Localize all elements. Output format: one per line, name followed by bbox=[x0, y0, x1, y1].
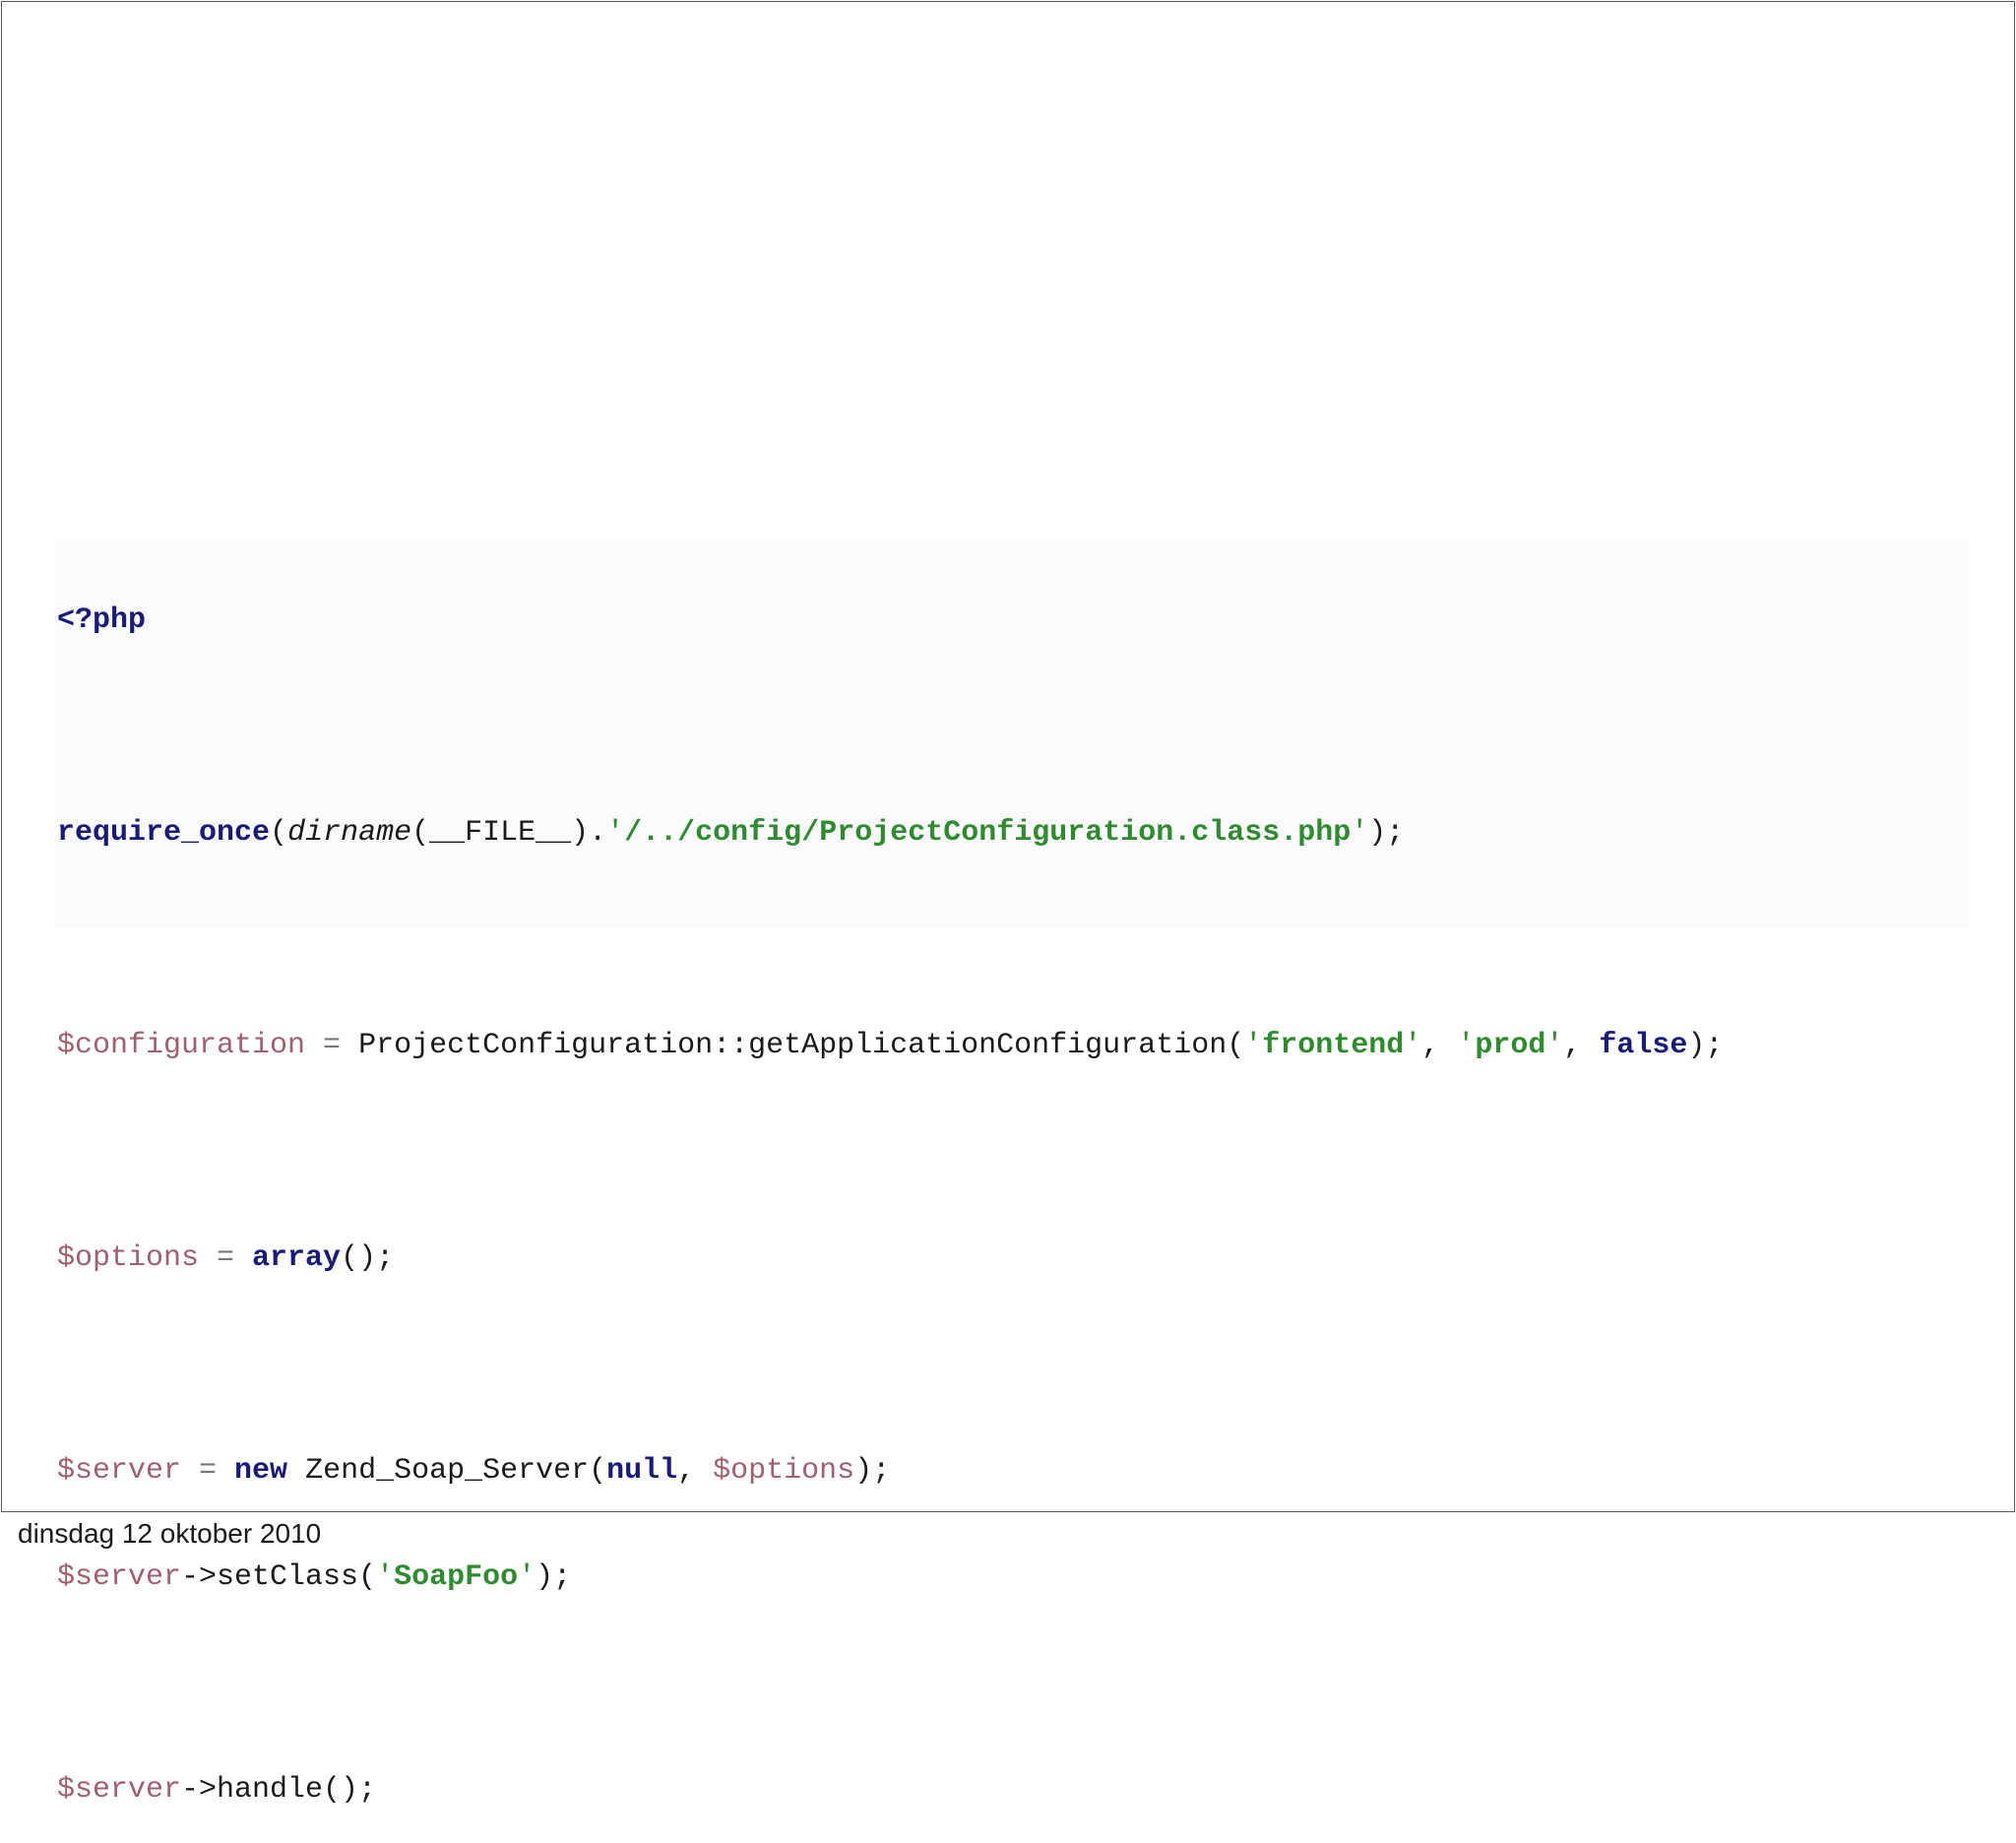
string-quote: ' bbox=[1545, 1029, 1564, 1062]
code-line-set-class: $server->setClass('SoapFoo'); bbox=[57, 1559, 1723, 1595]
code-token: (__FILE__). bbox=[411, 816, 607, 850]
options-variable: $options bbox=[713, 1454, 855, 1488]
zend-soap-server-class: Zend_Soap_Server( bbox=[287, 1454, 607, 1488]
string-quote: ' bbox=[1244, 1029, 1263, 1062]
code-line-configuration: $configuration = ProjectConfiguration::g… bbox=[57, 1028, 1723, 1063]
server-variable: $server bbox=[57, 1560, 182, 1594]
string-quote: ' bbox=[518, 1560, 536, 1594]
code-line-options: $options = array(); bbox=[57, 1240, 1723, 1276]
assign-operator: = bbox=[199, 1241, 253, 1275]
code-token: ); bbox=[536, 1560, 572, 1594]
set-class-call: ->setClass( bbox=[181, 1560, 377, 1594]
code-token: ); bbox=[1368, 816, 1405, 850]
config-path-string: /../config/ProjectConfiguration.class.ph… bbox=[624, 816, 1352, 850]
assign-operator: = bbox=[305, 1029, 359, 1062]
code-token: (); bbox=[341, 1241, 395, 1275]
code-line-php-open: <?php bbox=[57, 603, 1723, 638]
options-variable: $options bbox=[57, 1241, 200, 1275]
array-keyword: array bbox=[252, 1241, 342, 1275]
assign-operator: = bbox=[181, 1454, 235, 1488]
dirname-function: dirname bbox=[287, 816, 412, 850]
null-keyword: null bbox=[606, 1454, 678, 1488]
server-variable: $server bbox=[57, 1454, 182, 1488]
get-application-configuration-call: ProjectConfiguration::getApplicationConf… bbox=[358, 1029, 1245, 1062]
code-token: , bbox=[677, 1454, 714, 1488]
code-line-server-new: $server = new Zend_Soap_Server(null, $op… bbox=[57, 1453, 1723, 1489]
frontend-string: frontend bbox=[1262, 1029, 1405, 1062]
string-quote: ' bbox=[1404, 1029, 1422, 1062]
configuration-variable: $configuration bbox=[57, 1029, 306, 1062]
false-keyword: false bbox=[1599, 1029, 1688, 1062]
php-code-listing: <?php require_once(dirname(__FILE__).'/.… bbox=[57, 532, 1723, 1843]
code-line-handle: $server->handle(); bbox=[57, 1772, 1723, 1808]
soapfoo-string: SoapFoo bbox=[394, 1560, 519, 1594]
code-line-require-once: require_once(dirname(__FILE__).'/../conf… bbox=[57, 815, 1723, 851]
string-quote: ' bbox=[1457, 1029, 1476, 1062]
string-quote: ' bbox=[606, 816, 625, 850]
php-open-tag: <?php bbox=[57, 604, 147, 637]
string-quote: ' bbox=[376, 1560, 395, 1594]
string-quote: ' bbox=[1351, 816, 1369, 850]
slide-footer-date: dinsdag 12 oktober 2010 bbox=[18, 1518, 322, 1549]
code-token: ); bbox=[854, 1454, 891, 1488]
code-token: ( bbox=[270, 816, 288, 850]
code-token: , bbox=[1421, 1029, 1458, 1062]
server-variable: $server bbox=[57, 1773, 182, 1807]
new-keyword: new bbox=[234, 1454, 288, 1488]
require-once-keyword: require_once bbox=[57, 816, 271, 850]
prod-string: prod bbox=[1475, 1029, 1546, 1062]
code-token: , bbox=[1563, 1029, 1600, 1062]
code-token: ); bbox=[1687, 1029, 1724, 1062]
handle-call: ->handle(); bbox=[181, 1773, 377, 1807]
